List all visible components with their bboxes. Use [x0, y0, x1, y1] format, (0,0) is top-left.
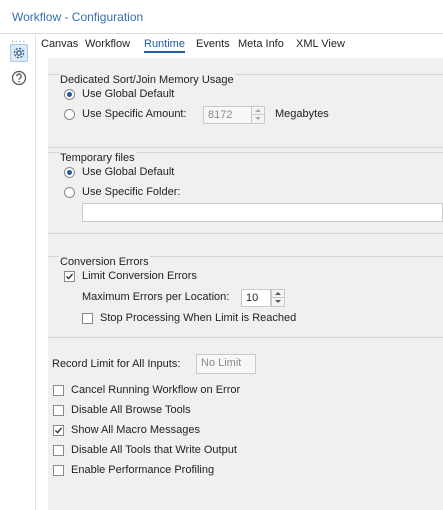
cancel-on-error-checkbox[interactable] [53, 385, 64, 396]
left-toolbar: .... [0, 34, 36, 510]
title-bar: Workflow - Configuration [0, 0, 443, 34]
memory-specific-radio[interactable] [64, 109, 75, 120]
stop-processing-label: Stop Processing When Limit is Reached [100, 312, 297, 324]
temp-group-title: Temporary files [59, 152, 136, 164]
runtime-panel: Dedicated Sort/Join Memory Usage Use Glo… [48, 58, 443, 510]
limit-conversion-checkbox[interactable] [64, 271, 75, 282]
disable-write-output-label: Disable All Tools that Write Output [71, 444, 237, 456]
conversion-group-title: Conversion Errors [59, 256, 150, 268]
disable-write-output-checkbox[interactable] [53, 445, 64, 456]
help-icon[interactable] [10, 69, 28, 87]
memory-amount-input[interactable]: 8172 [203, 106, 253, 124]
memory-amount-spinner[interactable] [251, 106, 265, 124]
cancel-on-error-label: Cancel Running Workflow on Error [71, 384, 241, 396]
tab-xml-view[interactable]: XML View [296, 38, 345, 50]
performance-profiling-checkbox[interactable] [53, 465, 64, 476]
tab-workflow[interactable]: Workflow [85, 38, 130, 50]
memory-specific-label: Use Specific Amount: [82, 108, 187, 120]
temp-global-radio[interactable] [64, 167, 75, 178]
disable-browse-label: Disable All Browse Tools [71, 404, 191, 416]
memory-group: Dedicated Sort/Join Memory Usage Use Glo… [48, 74, 443, 148]
show-macro-messages-label: Show All Macro Messages [71, 424, 200, 436]
window-title: Workflow - Configuration [12, 10, 144, 24]
memory-global-label: Use Global Default [82, 88, 175, 100]
tab-runtime[interactable]: Runtime [144, 38, 185, 53]
stop-processing-checkbox[interactable] [82, 313, 93, 324]
memory-unit-label: Megabytes [275, 108, 329, 120]
performance-profiling-label: Enable Performance Profiling [71, 464, 215, 476]
tab-events[interactable]: Events [196, 38, 230, 50]
temp-specific-label: Use Specific Folder: [82, 186, 181, 198]
max-errors-spinner[interactable] [271, 289, 285, 307]
conversion-errors-group: Conversion Errors Limit Conversion Error… [48, 256, 443, 338]
temp-global-label: Use Global Default [82, 166, 175, 178]
temp-folder-input[interactable] [82, 203, 443, 222]
tab-canvas[interactable]: Canvas [41, 38, 78, 50]
tab-meta-info[interactable]: Meta Info [238, 38, 284, 50]
show-macro-messages-checkbox[interactable] [53, 425, 64, 436]
limit-conversion-label: Limit Conversion Errors [82, 270, 197, 282]
disable-browse-checkbox[interactable] [53, 405, 64, 416]
max-errors-label: Maximum Errors per Location: [82, 291, 230, 303]
gear-icon[interactable] [10, 44, 28, 62]
temp-specific-radio[interactable] [64, 187, 75, 198]
record-limit-label: Record Limit for All Inputs: [52, 358, 181, 370]
memory-global-radio[interactable] [64, 89, 75, 100]
record-limit-input[interactable]: No Limit [196, 354, 256, 374]
max-errors-input[interactable]: 10 [241, 289, 271, 307]
temp-files-group: Temporary files Use Global Default Use S… [48, 152, 443, 234]
memory-group-title: Dedicated Sort/Join Memory Usage [59, 74, 235, 86]
